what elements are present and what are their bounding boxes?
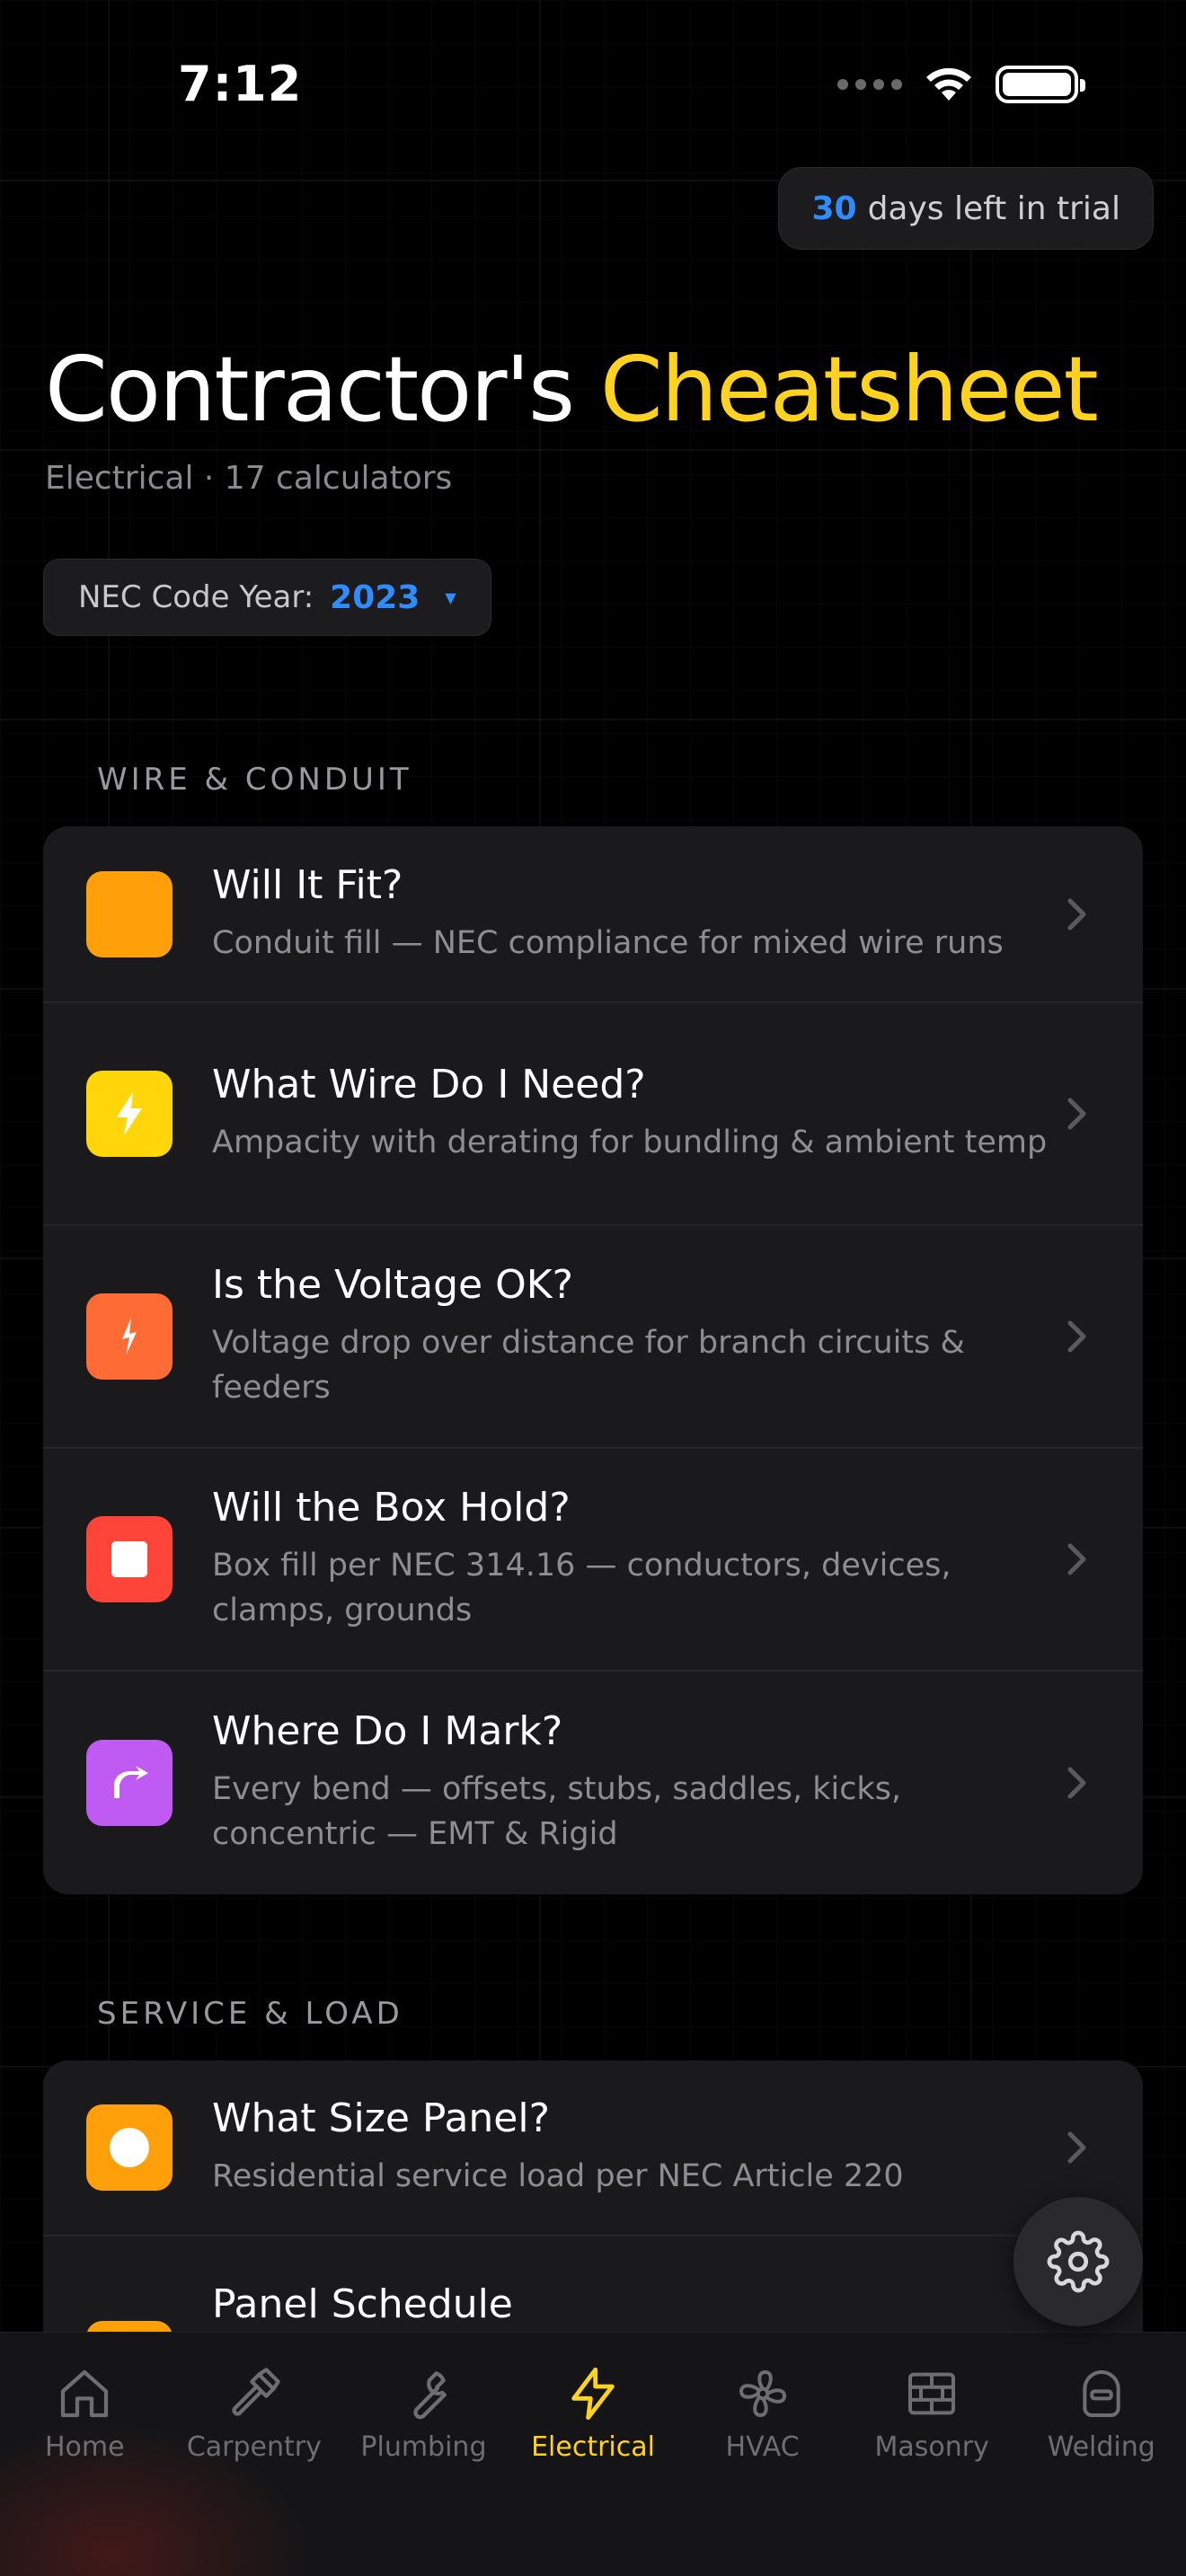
row-description: Ampacity with derating for bundling & am… — [212, 1125, 1048, 1161]
code-year-value: 2023 — [330, 578, 420, 616]
trial-text: days left in trial — [867, 190, 1120, 227]
calculator-row-where-mark[interactable]: Where Do I Mark? Every bend — offsets, s… — [43, 1672, 1143, 1894]
calculator-row-voltage-ok[interactable]: Is the Voltage OK? Voltage drop over dis… — [43, 1226, 1143, 1449]
tab-welding[interactable]: Welding — [1016, 2365, 1186, 2463]
spark-icon — [86, 1293, 173, 1380]
tab-label: Home — [44, 2431, 125, 2463]
tab-label: Electrical — [531, 2431, 655, 2463]
row-title: Panel Schedule — [212, 2281, 513, 2327]
home-icon — [61, 2369, 109, 2418]
welding-mask-icon — [1083, 2370, 1120, 2417]
code-year-selector[interactable]: NEC Code Year: 2023 ▼ — [43, 559, 491, 636]
bolt-icon — [86, 1071, 173, 1157]
box-icon — [86, 1516, 173, 1602]
row-title: What Wire Do I Need? — [212, 1062, 646, 1108]
row-title: Is the Voltage OK? — [212, 1261, 573, 1308]
calculator-row-panel-size[interactable]: What Size Panel? Residential service loa… — [43, 2060, 1143, 2236]
tab-bar: Home Carpentry Plumbing Electrical HVAC … — [0, 2332, 1186, 2576]
cellular-signal-icon — [837, 79, 902, 90]
row-title: Where Do I Mark? — [212, 1707, 563, 1754]
row-title: What Size Panel? — [212, 2095, 550, 2142]
calculator-row-what-wire[interactable]: What Wire Do I Need? Ampacity with derat… — [43, 1003, 1143, 1226]
bend-icon — [86, 1740, 173, 1826]
tab-carpentry[interactable]: Carpentry — [170, 2365, 340, 2463]
chevron-right-icon — [1053, 1096, 1089, 1132]
tab-hvac[interactable]: HVAC — [677, 2365, 847, 2463]
page-title-main: Contractor's — [45, 337, 575, 442]
fan-icon — [739, 2370, 786, 2417]
row-description: Conduit fill — NEC compliance for mixed … — [212, 924, 1004, 961]
chevron-right-icon — [1053, 896, 1089, 932]
battery-icon — [996, 66, 1085, 103]
wire-conduit-card: Will It Fit? Conduit fill — NEC complian… — [43, 826, 1143, 1894]
page-subtitle: Electrical · 17 calculators — [45, 460, 453, 497]
row-description: Voltage drop over distance for branch ci… — [212, 1324, 965, 1407]
chevron-right-icon — [1053, 1319, 1089, 1354]
page-title-accent: Cheatsheet — [599, 337, 1099, 442]
hammer-icon — [232, 2368, 280, 2416]
row-description: Box fill per NEC 314.16 — conductors, de… — [212, 1547, 951, 1629]
tab-label: Masonry — [874, 2431, 989, 2463]
square-icon — [86, 870, 173, 957]
tab-label: Welding — [1047, 2431, 1155, 2463]
calculator-row-will-it-fit[interactable]: Will It Fit? Conduit fill — NEC complian… — [43, 826, 1143, 1003]
status-icons — [837, 65, 1085, 104]
tab-masonry[interactable]: Masonry — [847, 2365, 1017, 2463]
trial-days: 30 — [811, 190, 857, 227]
tab-label: Carpentry — [186, 2431, 322, 2463]
brick-icon — [908, 2372, 956, 2415]
tab-label: HVAC — [725, 2431, 800, 2463]
trial-badge[interactable]: 30 days left in trial — [778, 167, 1154, 250]
tab-label: Plumbing — [360, 2431, 487, 2463]
chevron-right-icon — [1053, 1541, 1089, 1577]
tab-home[interactable]: Home — [0, 2365, 170, 2463]
tab-electrical[interactable]: Electrical — [509, 2365, 678, 2463]
gear-icon — [1047, 2230, 1110, 2293]
calculator-row-box-hold[interactable]: Will the Box Hold? Box fill per NEC 314.… — [43, 1449, 1143, 1672]
row-description: Every bend — offsets, stubs, saddles, ki… — [212, 1770, 902, 1853]
row-description: Residential service load per NEC Article… — [212, 2158, 904, 2195]
status-time: 7:12 — [178, 56, 303, 112]
caret-down-icon: ▼ — [445, 588, 456, 606]
row-title: Will the Box Hold? — [212, 1484, 571, 1531]
wifi-icon — [926, 67, 971, 101]
page-title: Contractor's Cheatsheet — [45, 337, 1099, 442]
row-title: Will It Fit? — [212, 861, 403, 908]
settings-button[interactable] — [1013, 2197, 1143, 2326]
chevron-right-icon — [1053, 1765, 1089, 1801]
tab-plumbing[interactable]: Plumbing — [339, 2365, 509, 2463]
status-bar: 7:12 — [0, 0, 1186, 171]
wrench-icon — [413, 2371, 447, 2420]
section-header-wire-conduit: WIRE & CONDUIT — [97, 762, 412, 798]
circle-icon — [86, 2104, 173, 2191]
code-year-label: NEC Code Year: — [78, 579, 314, 615]
section-header-service-load: SERVICE & LOAD — [97, 1996, 403, 2032]
chevron-right-icon — [1053, 2130, 1089, 2166]
app-screen: 7:12 30 days left in trial Contractor's … — [0, 0, 1186, 2576]
bolt-icon — [571, 2367, 615, 2421]
